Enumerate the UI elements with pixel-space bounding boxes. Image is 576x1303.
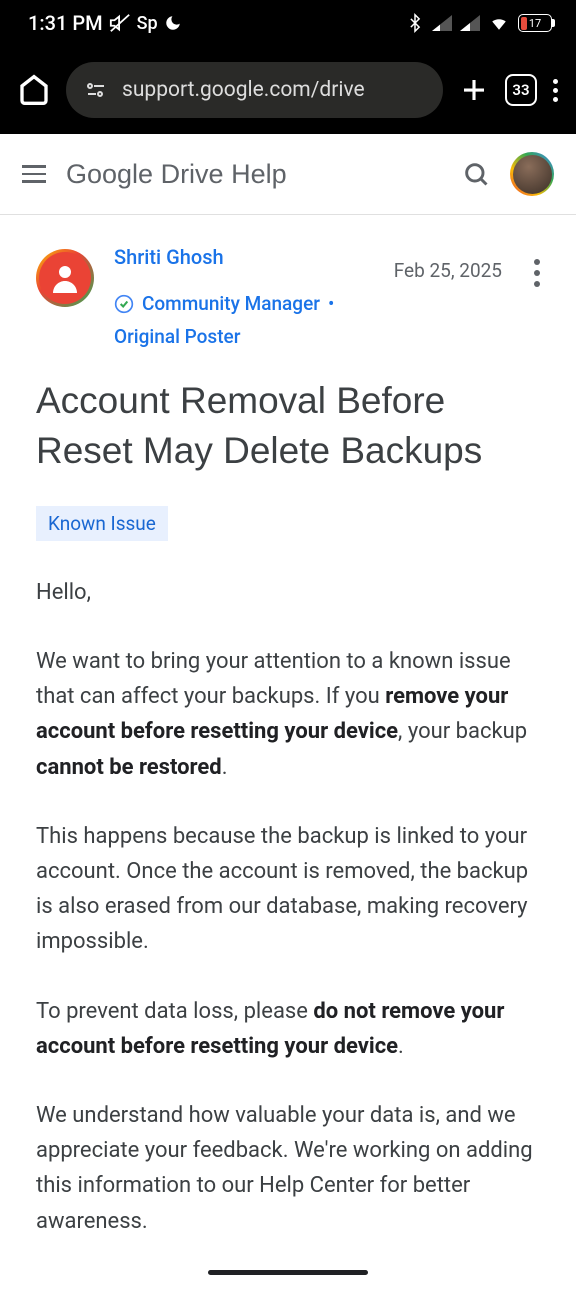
post-body: Hello, We want to bring your attention t…: [36, 575, 540, 1239]
status-bar: 1:31 PM Sp 17: [0, 0, 576, 46]
page-title: Google Drive Help: [66, 159, 442, 190]
post-menu-icon[interactable]: [534, 245, 540, 287]
battery-fill: [521, 17, 527, 30]
post-paragraph-4: We understand how valuable your data is,…: [36, 1098, 540, 1239]
author-name[interactable]: Shriti Ghosh: [114, 245, 224, 269]
verified-badge-icon: [114, 294, 134, 314]
author-badges: Community Manager •: [114, 292, 502, 315]
sp-icon: Sp: [137, 13, 158, 34]
post-container: Shriti Ghosh Feb 25, 2025 Community Mana…: [0, 215, 576, 1303]
nav-handle[interactable]: [208, 1270, 368, 1275]
post-paragraph-2: This happens because the backup is linke…: [36, 819, 540, 960]
signal-2-icon: [460, 14, 480, 32]
home-icon[interactable]: [18, 74, 50, 106]
avatar-image: [513, 155, 552, 194]
wifi-icon: [488, 14, 510, 32]
author-info: Shriti Ghosh Feb 25, 2025 Community Mana…: [114, 245, 502, 348]
bluetooth-icon: [406, 12, 424, 34]
page-header: Google Drive Help: [0, 134, 576, 215]
battery-icon: 17: [518, 14, 552, 32]
author-avatar[interactable]: [36, 249, 94, 307]
browser-menu-icon[interactable]: [553, 79, 558, 102]
new-tab-icon[interactable]: [459, 75, 489, 105]
site-settings-icon[interactable]: [84, 78, 108, 102]
post-header: Shriti Ghosh Feb 25, 2025 Community Mana…: [36, 245, 540, 348]
known-issue-tag[interactable]: Known Issue: [36, 506, 168, 541]
author-avatar-image: [39, 252, 91, 304]
post-title: Account Removal Before Reset May Delete …: [36, 376, 540, 476]
avatar[interactable]: [510, 152, 554, 196]
post-paragraph-1: We want to bring your attention to a kno…: [36, 644, 540, 785]
post-paragraph-3: To prevent data loss, please do not remo…: [36, 994, 540, 1064]
battery-text: 17: [529, 17, 541, 30]
post-date: Feb 25, 2025: [394, 259, 502, 282]
search-icon[interactable]: [462, 160, 490, 188]
url-bar[interactable]: support.google.com/drive: [66, 62, 443, 118]
status-time: 1:31 PM: [28, 11, 103, 35]
moon-icon: [164, 14, 182, 32]
badge-separator: •: [328, 292, 334, 315]
menu-icon[interactable]: [22, 165, 46, 183]
poster-tag: Original Poster: [114, 325, 240, 348]
mute-icon: [109, 12, 131, 34]
tab-count-button[interactable]: 33: [505, 74, 537, 106]
url-text: support.google.com/drive: [122, 78, 365, 102]
browser-bar: support.google.com/drive 33: [0, 46, 576, 134]
status-right: 17: [406, 12, 552, 34]
tab-count-text: 33: [512, 81, 529, 99]
post-greeting: Hello,: [36, 575, 540, 610]
status-left: 1:31 PM Sp: [28, 11, 182, 35]
signal-1-icon: [432, 14, 452, 32]
author-role: Community Manager: [142, 292, 320, 315]
